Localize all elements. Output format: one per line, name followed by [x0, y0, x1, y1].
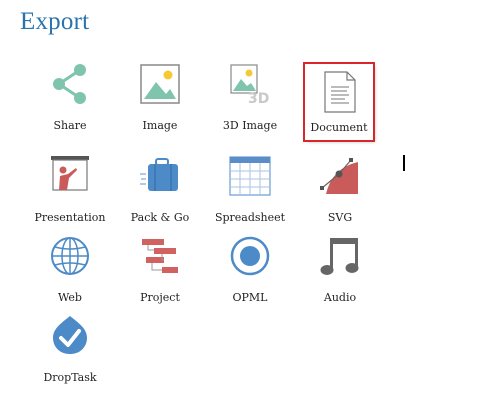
export-project-button[interactable]: Project	[120, 234, 200, 312]
export-document-label: Document	[310, 121, 368, 134]
export-opml-button[interactable]: OPML	[210, 234, 290, 312]
export-droptask-label: DropTask	[43, 371, 97, 384]
export-svg-button[interactable]: SVG	[300, 154, 380, 232]
export-presentation-button[interactable]: Presentation	[30, 154, 110, 232]
text-cursor	[403, 155, 405, 171]
export-presentation-label: Presentation	[34, 211, 106, 224]
music-note-icon	[320, 238, 359, 275]
export-svg-label: SVG	[327, 211, 353, 224]
export-3d-image-button[interactable]: 3D 3D Image	[210, 62, 290, 140]
export-opml-label: OPML	[232, 291, 268, 304]
document-icon	[324, 71, 356, 113]
export-3d-image-label: 3D Image	[222, 119, 278, 132]
export-web-button[interactable]: Web	[30, 234, 110, 312]
page-title: Export	[20, 8, 90, 35]
export-project-label: Project	[140, 291, 180, 304]
export-share-label: Share	[53, 119, 87, 132]
export-droptask-button[interactable]: DropTask	[30, 314, 110, 392]
export-share-button[interactable]: Share	[30, 62, 110, 140]
presentation-icon	[51, 156, 89, 191]
export-pack-and-go-button[interactable]: Pack & Go	[120, 154, 200, 232]
spreadsheet-icon	[229, 156, 271, 196]
export-audio-button[interactable]: Audio	[300, 234, 380, 312]
opml-icon	[230, 236, 270, 276]
export-web-label: Web	[58, 291, 82, 304]
image-icon	[140, 64, 180, 104]
export-image-label: Image	[142, 119, 178, 132]
export-pack-and-go-label: Pack & Go	[130, 211, 190, 224]
gantt-icon	[142, 239, 178, 273]
export-audio-label: Audio	[323, 291, 357, 304]
globe-icon	[51, 237, 89, 275]
export-spreadsheet-button[interactable]: Spreadsheet	[210, 154, 290, 232]
suitcase-icon	[140, 158, 178, 191]
export-spreadsheet-label: Spreadsheet	[214, 211, 286, 224]
svg-icon	[320, 158, 358, 194]
3d-image-icon: 3D	[230, 64, 269, 106]
export-document-button[interactable]: Document	[303, 62, 375, 142]
share-icon	[53, 64, 86, 104]
droptask-icon	[53, 316, 87, 354]
svg-text:3D: 3D	[248, 91, 269, 106]
export-image-button[interactable]: Image	[120, 62, 200, 140]
